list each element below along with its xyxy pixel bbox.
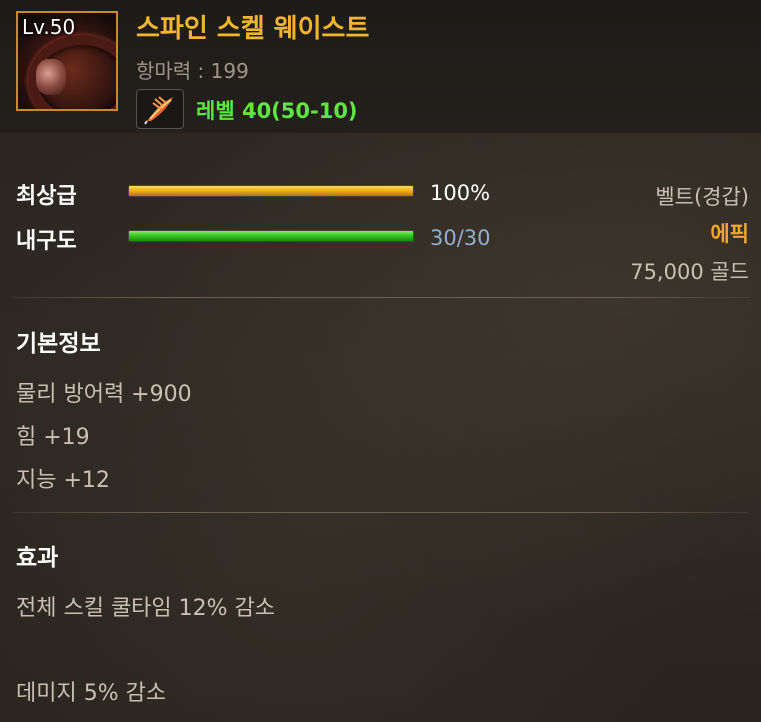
durability-value: 30/30	[430, 226, 491, 250]
belt-item-icon: Lv.50	[16, 11, 118, 111]
effect-line: 전체 스킬 쿨타임 12% 감소	[16, 596, 276, 621]
item-level-badge: Lv.50	[22, 15, 76, 39]
tooltip-header: Lv.50 스파인 스켈 웨이스트 항마력 : 199 레벨 40(50-10)	[0, 0, 761, 133]
basic-info-title: 기본정보	[16, 331, 101, 357]
grade-bar	[128, 185, 414, 197]
durability-label: 내구도	[16, 229, 77, 254]
item-name: 스파인 스켈 웨이스트	[136, 14, 370, 44]
durability-bar-fill	[129, 231, 413, 241]
item-type: 벨트(경갑)	[655, 185, 749, 209]
divider	[12, 297, 749, 298]
basic-info-line: 힘 +19	[16, 425, 90, 450]
level-requirement: 레벨 40(50-10)	[196, 99, 358, 123]
divider	[12, 512, 749, 513]
basic-info-line: 지능 +12	[16, 468, 110, 493]
item-resist: 항마력 : 199	[136, 59, 249, 83]
item-price: 75,000 골드	[630, 260, 749, 284]
grade-label: 최상급	[16, 184, 77, 209]
item-rarity: 에픽	[710, 222, 749, 246]
effects-title: 효과	[16, 545, 59, 571]
effect-line: 데미지 5% 감소	[16, 681, 167, 706]
basic-info-line: 물리 방어력 +900	[16, 382, 192, 407]
grade-bar-fill	[129, 186, 413, 196]
belt-buckle-shape	[36, 59, 66, 95]
feather-quill-icon	[136, 89, 184, 129]
grade-value: 100%	[430, 181, 491, 205]
durability-bar	[128, 230, 414, 242]
